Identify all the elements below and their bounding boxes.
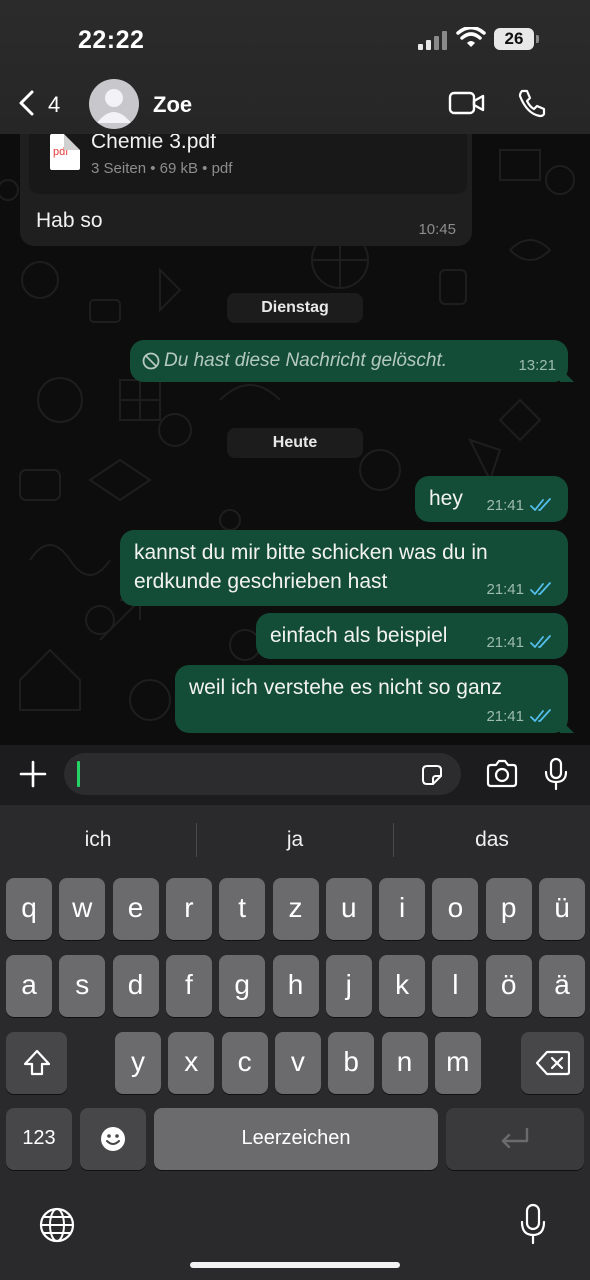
contact-name[interactable]: Zoe [153, 92, 192, 118]
read-receipt-icon [530, 635, 551, 648]
deleted-message-text: Du hast diese Nachricht gelöscht. [164, 350, 448, 371]
key-ä[interactable]: ä [539, 955, 585, 1017]
wifi-icon [456, 27, 486, 47]
emoji-icon [101, 1127, 125, 1151]
message-time: 21:41 [486, 497, 524, 514]
key-s[interactable]: s [59, 955, 106, 1017]
pdf-icon-label: pdf [53, 146, 69, 158]
home-indicator [190, 1262, 400, 1268]
date-separator: Heute [227, 428, 363, 458]
key-u[interactable]: u [325, 878, 372, 940]
key-y[interactable]: y [115, 1032, 161, 1094]
key-d[interactable]: d [112, 955, 159, 1017]
read-receipt-icon [530, 582, 551, 595]
key-t[interactable]: t [219, 878, 266, 940]
key-i[interactable]: i [379, 878, 426, 940]
suggestion-1[interactable]: ich [0, 805, 196, 875]
shift-key[interactable] [6, 1032, 67, 1094]
message-time: 10:45 [418, 221, 456, 238]
key-ü[interactable]: ü [539, 878, 585, 940]
unread-count[interactable]: 4 [48, 92, 60, 118]
phone-call-icon[interactable] [516, 88, 546, 118]
message-time: 21:41 [486, 708, 524, 725]
key-g[interactable]: g [219, 955, 266, 1017]
message-text: weil ich verstehe es nicht so ganz [189, 676, 502, 699]
message-input[interactable] [64, 753, 461, 795]
text-cursor [77, 761, 80, 787]
message-time: 21:41 [486, 634, 524, 651]
numbers-key[interactable]: 123 [6, 1108, 72, 1170]
key-v[interactable]: v [274, 1032, 321, 1094]
key-ö[interactable]: ö [485, 955, 532, 1017]
date-separator: Dienstag [227, 293, 363, 323]
suggestion-2[interactable]: ja [197, 805, 393, 875]
key-k[interactable]: k [379, 955, 426, 1017]
outgoing-message[interactable]: weil ich verstehe es nicht so ganz 21:41 [175, 665, 568, 733]
deleted-block-icon [142, 352, 160, 370]
key-j[interactable]: j [325, 955, 372, 1017]
message-composer [0, 745, 590, 805]
outgoing-message[interactable]: kannst du mir bitte schicken was du in e… [120, 530, 568, 606]
key-x[interactable]: x [168, 1032, 215, 1094]
key-h[interactable]: h [272, 955, 319, 1017]
plus-icon[interactable] [18, 759, 48, 789]
key-n[interactable]: n [381, 1032, 428, 1094]
cellular-signal-icon [418, 30, 450, 50]
dictation-microphone-icon[interactable] [520, 1203, 546, 1245]
outgoing-message[interactable]: hey 21:41 [415, 476, 568, 522]
key-a[interactable]: a [6, 955, 52, 1017]
key-p[interactable]: p [485, 878, 532, 940]
chat-header: 22:22 26 4 Zoe [0, 0, 590, 134]
on-screen-keyboard: ich ja das qwertzuiopü asdfghjklöä yxcvb… [0, 805, 590, 1280]
key-e[interactable]: e [112, 878, 159, 940]
return-key[interactable] [446, 1108, 584, 1170]
key-o[interactable]: o [432, 878, 479, 940]
contact-avatar[interactable] [89, 79, 139, 129]
shift-arrow-icon [23, 1049, 50, 1076]
globe-icon[interactable] [38, 1206, 76, 1244]
space-key[interactable]: Leerzeichen [154, 1108, 438, 1170]
key-q[interactable]: q [6, 878, 52, 940]
read-receipt-icon [530, 498, 551, 511]
message-text: hey [429, 487, 463, 510]
outgoing-message[interactable]: einfach als beispiel 21:41 [256, 613, 568, 659]
emoji-key[interactable] [80, 1108, 146, 1170]
key-l[interactable]: l [432, 955, 479, 1017]
camera-icon[interactable] [485, 759, 519, 789]
key-c[interactable]: c [221, 1032, 268, 1094]
backspace-icon [535, 1050, 570, 1076]
message-time: 21:41 [486, 581, 524, 598]
message-text: Hab so [36, 209, 103, 232]
backspace-key[interactable] [521, 1032, 584, 1094]
default-avatar-icon [97, 89, 131, 123]
return-arrow-icon [501, 1127, 529, 1149]
key-m[interactable]: m [434, 1032, 481, 1094]
pdf-file-icon: pdf [50, 134, 80, 170]
read-receipt-icon [530, 709, 551, 722]
deleted-message[interactable]: Du hast diese Nachricht gelöscht. 13:21 [130, 340, 568, 382]
status-time: 22:22 [78, 26, 145, 54]
key-r[interactable]: r [165, 878, 212, 940]
sticker-icon[interactable] [419, 762, 445, 788]
back-chevron-icon[interactable] [14, 88, 44, 118]
key-f[interactable]: f [165, 955, 212, 1017]
video-call-icon[interactable] [448, 90, 486, 116]
document-meta: 3 Seiten • 69 kB • pdf [91, 160, 233, 177]
message-time: 13:21 [518, 357, 556, 374]
key-b[interactable]: b [328, 1032, 375, 1094]
message-text: einfach als beispiel [270, 624, 448, 647]
microphone-icon[interactable] [543, 757, 569, 791]
battery-indicator: 26 [494, 28, 539, 50]
key-z[interactable]: z [272, 878, 319, 940]
key-w[interactable]: w [59, 878, 106, 940]
suggestion-3[interactable]: das [394, 805, 590, 875]
